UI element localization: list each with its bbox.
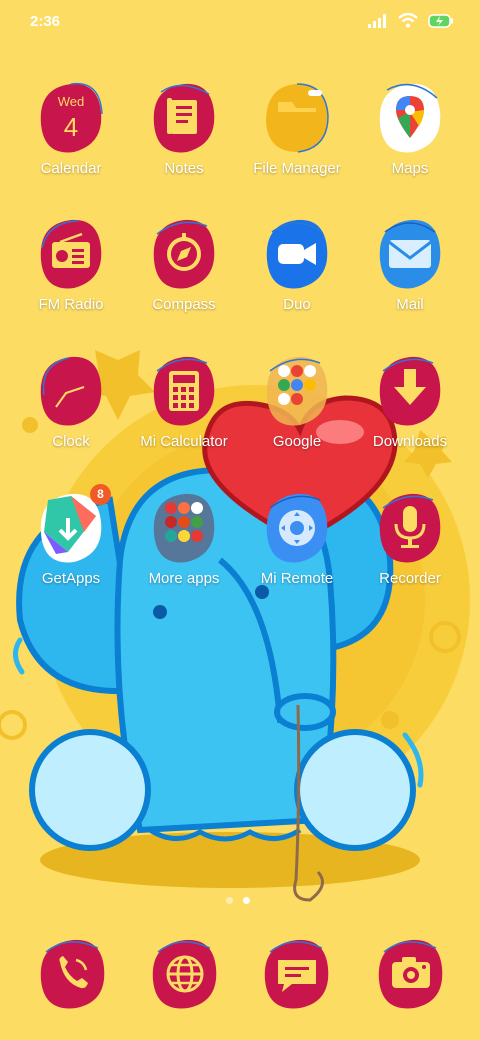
app-downloads[interactable]: Downloads (353, 355, 467, 485)
app-label: Duo (283, 296, 311, 313)
wifi-icon (398, 13, 418, 28)
app-label: Notes (164, 160, 204, 177)
app-fm-radio[interactable]: FM Radio (14, 218, 128, 348)
app-duo[interactable]: Duo (240, 218, 354, 348)
microphone-icon (379, 493, 441, 563)
app-label: Calendar (40, 160, 102, 177)
app-label: FM Radio (38, 296, 104, 313)
app-label: Mi Calculator (140, 433, 228, 450)
folder-icon (266, 83, 329, 153)
app-label: GetApps (41, 570, 101, 587)
radio-icon (40, 219, 102, 289)
calculator-icon (153, 356, 215, 426)
more-apps-folder-icon (153, 493, 215, 563)
browser-globe-icon[interactable] (150, 938, 220, 1010)
folder-google[interactable]: Google (240, 355, 354, 485)
app-compass[interactable]: Compass (127, 218, 241, 348)
app-label: More apps (148, 570, 220, 587)
folder-more-apps[interactable]: More apps (127, 492, 241, 622)
app-label: Recorder (379, 570, 441, 587)
page-dot-active[interactable] (243, 897, 250, 904)
app-label: Downloads (372, 433, 448, 450)
app-mail[interactable]: Mail (353, 218, 467, 348)
notes-icon (153, 83, 215, 153)
app-label: Clock (52, 433, 90, 450)
app-calendar[interactable]: Wed 4 Calendar (14, 82, 128, 212)
app-label: Mail (396, 296, 424, 313)
signal-icon (368, 13, 386, 28)
video-call-icon (266, 219, 328, 289)
app-mi-remote[interactable]: Mi Remote (240, 492, 354, 622)
battery-charging-icon (428, 13, 453, 28)
page-indicator[interactable] (226, 897, 250, 904)
maps-icon (379, 83, 441, 153)
app-label: Google (272, 433, 322, 450)
status-time: 2:36 (30, 13, 61, 30)
google-folder-icon (266, 356, 328, 426)
app-label: Mi Remote (260, 570, 334, 587)
download-icon (379, 356, 441, 426)
compass-icon (153, 219, 215, 289)
app-label: File Manager (253, 160, 341, 177)
clock-icon (40, 356, 102, 426)
app-getapps[interactable]: GetApps (14, 492, 128, 622)
app-maps[interactable]: Maps (353, 82, 467, 212)
app-mi-calculator[interactable]: Mi Calculator (127, 355, 241, 485)
app-clock[interactable]: Clock (14, 355, 128, 485)
remote-icon (266, 493, 328, 563)
notification-badge: 8 (90, 484, 111, 505)
status-bar: 2:36 (0, 0, 480, 44)
app-file-manager[interactable]: File Manager (240, 82, 354, 212)
app-label: Compass (152, 296, 216, 313)
camera-icon[interactable] (376, 938, 446, 1010)
mail-icon (379, 219, 441, 289)
app-label: Maps (391, 160, 429, 177)
calendar-day: 4 (63, 112, 79, 142)
phone-icon[interactable] (38, 938, 108, 1010)
app-notes[interactable]: Notes (127, 82, 241, 212)
calendar-weekday: Wed (57, 94, 85, 109)
page-dot[interactable] (226, 897, 233, 904)
messages-icon[interactable] (262, 938, 332, 1010)
app-recorder[interactable]: Recorder (353, 492, 467, 622)
